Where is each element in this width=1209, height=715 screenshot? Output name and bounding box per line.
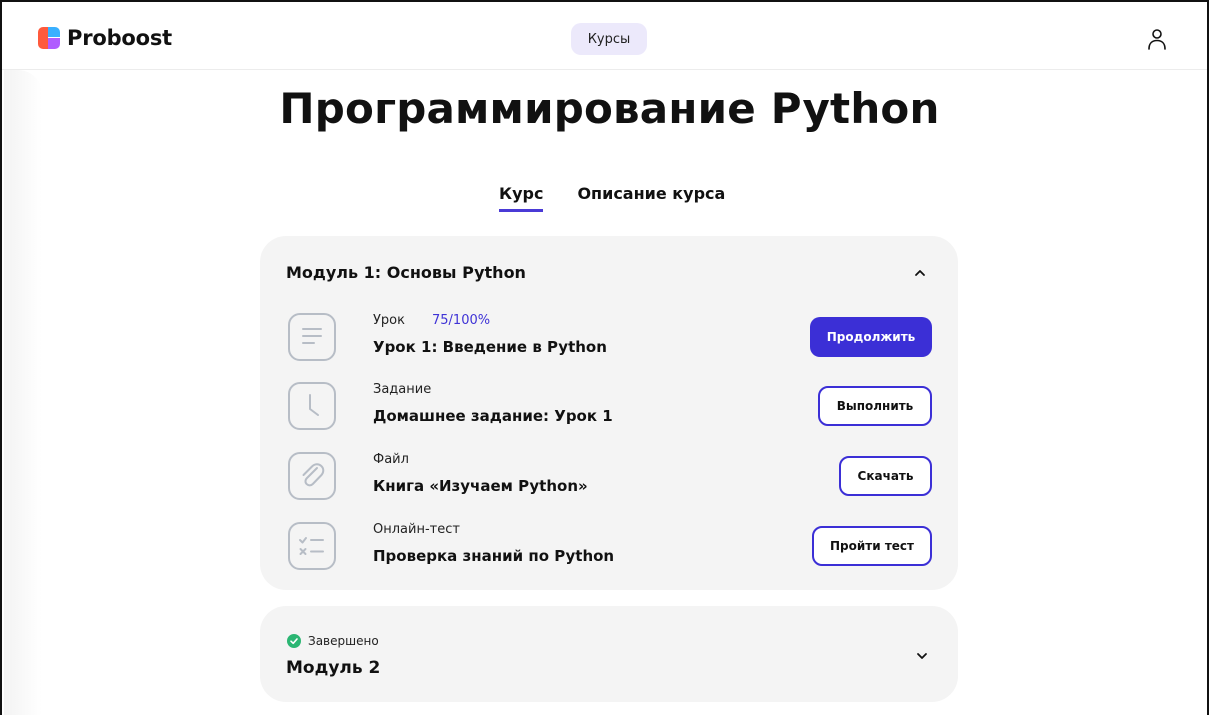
course-tabs: Курс Описание курса <box>499 184 725 212</box>
item-type-label: Файл <box>373 452 409 467</box>
proboost-logo-icon <box>38 27 60 49</box>
item-name[interactable]: Книга «Изучаем Python» <box>373 477 588 495</box>
document-lines-icon <box>288 313 336 361</box>
complete-assignment-button[interactable]: Выполнить <box>818 386 932 426</box>
continue-button[interactable]: Продолжить <box>810 317 932 357</box>
checklist-icon <box>288 522 336 570</box>
item-name[interactable]: Домашнее задание: Урок 1 <box>373 407 613 425</box>
lesson-row-test: Онлайн-тест Проверка знаний по Python Пр… <box>260 522 958 582</box>
nav-courses-button[interactable]: Курсы <box>571 23 647 55</box>
module-status-text: Завершено <box>308 634 379 648</box>
chevron-up-icon[interactable] <box>913 268 927 278</box>
download-button[interactable]: Скачать <box>839 456 932 496</box>
item-name[interactable]: Проверка знаний по Python <box>373 547 614 565</box>
paperclip-icon <box>288 452 336 500</box>
item-type-label: Онлайн-тест <box>373 522 460 537</box>
take-test-button[interactable]: Пройти тест <box>812 526 932 566</box>
check-circle-icon <box>287 634 301 648</box>
app-window: Proboost Курсы Программирование Python К… <box>0 0 1209 715</box>
lesson-row-assignment: Задание Домашнее задание: Урок 1 Выполни… <box>260 382 958 442</box>
page-title: Программирование Python <box>279 84 940 133</box>
brand-name: Proboost <box>67 26 172 50</box>
item-name[interactable]: Урок 1: Введение в Python <box>373 338 607 356</box>
clock-icon <box>288 382 336 430</box>
item-type-label: Задание <box>373 382 432 397</box>
user-profile-icon[interactable] <box>1146 27 1168 51</box>
module-2-card[interactable]: Завершено Модуль 2 <box>260 606 958 702</box>
tab-course-description[interactable]: Описание курса <box>577 184 725 212</box>
lesson-progress: 75/100% <box>432 313 491 328</box>
item-type-label: Урок <box>373 313 405 328</box>
top-header: Proboost Курсы <box>2 2 1207 70</box>
status-badge: Завершено <box>287 634 379 648</box>
module-1-title[interactable]: Модуль 1: Основы Python <box>286 263 526 282</box>
tab-course[interactable]: Курс <box>499 184 544 212</box>
chevron-down-icon[interactable] <box>915 651 929 661</box>
lesson-row-lesson: Урок 75/100% Урок 1: Введение в Python П… <box>260 313 958 373</box>
brand-logo[interactable]: Proboost <box>38 26 172 50</box>
module-1-card: Модуль 1: Основы Python Урок 75/100% Уро… <box>260 236 958 590</box>
module-2-title[interactable]: Модуль 2 <box>286 658 380 678</box>
lesson-row-file: Файл Книга «Изучаем Python» Скачать <box>260 452 958 512</box>
side-panel-shadow <box>4 70 42 715</box>
